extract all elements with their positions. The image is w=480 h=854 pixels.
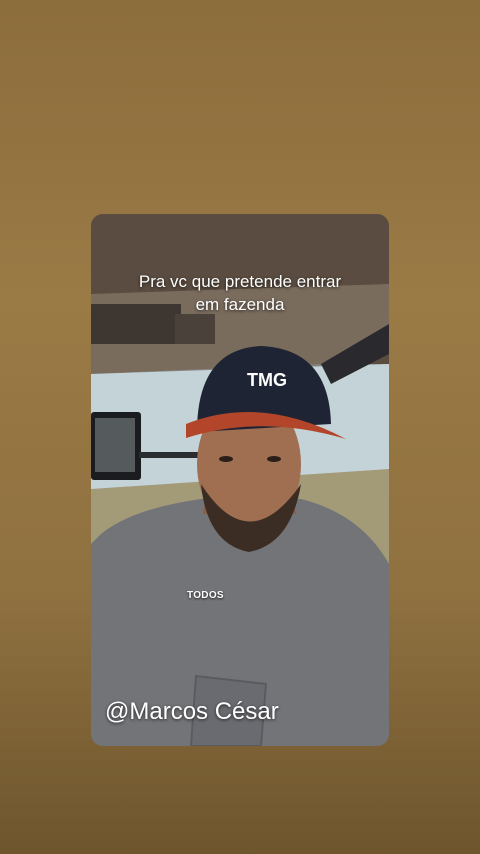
caption-line-2: em fazenda — [195, 295, 285, 314]
story-video-frame[interactable]: TMG Pra vc que pretende entrar em fazend… — [91, 214, 389, 746]
author-handle[interactable]: @Marcos César — [105, 698, 279, 726]
overlay-label: TODOS — [187, 590, 224, 601]
cap-logo: TMG — [247, 370, 287, 390]
caption-line-1: Pra vc que pretende entrar — [138, 272, 342, 291]
video-caption: Pra vc que pretende entrar em fazenda — [91, 270, 389, 316]
